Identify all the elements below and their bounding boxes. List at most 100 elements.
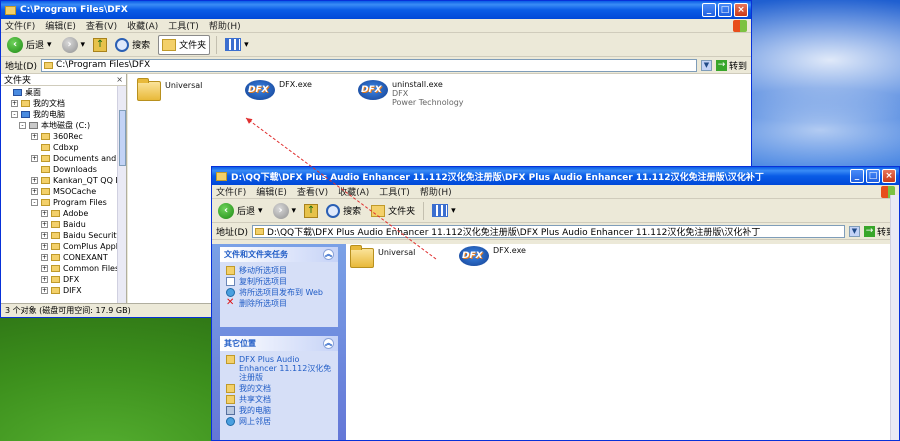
back-button[interactable]: ‹ 后退 ▾ (216, 201, 265, 221)
tree-item[interactable]: + DIFX (3, 285, 126, 296)
tree-item[interactable]: + CONEXANT (3, 252, 126, 263)
expand-toggle[interactable]: + (31, 188, 38, 195)
minimize-button[interactable]: _ (850, 169, 864, 183)
title-bar[interactable]: C:\Program Files\DFX _ □ × (1, 1, 751, 19)
expand-toggle[interactable]: + (41, 287, 48, 294)
minimize-button[interactable]: _ (702, 3, 716, 17)
address-bar: 地址(D) C:\Program Files\DFX ▼ → 转到 (1, 57, 751, 74)
task-group-header[interactable]: 其它位置 ︽ (220, 336, 338, 351)
tree-scrollbar[interactable] (117, 86, 126, 305)
tree-item[interactable]: + Baidu (3, 219, 126, 230)
address-input[interactable]: D:\QQ下载\DFX Plus Audio Enhancer 11.112汉化… (251, 224, 845, 238)
menu-favorites[interactable]: 收藏(A) (338, 185, 369, 198)
expand-toggle[interactable]: + (41, 276, 48, 283)
collapse-toggle[interactable]: - (19, 122, 26, 129)
search-button[interactable]: 搜索 (113, 35, 152, 55)
place-my-computer[interactable]: 我的电脑 (220, 405, 338, 416)
menu-file[interactable]: 文件(F) (5, 19, 35, 32)
window-scrollbar[interactable] (890, 195, 899, 440)
search-button[interactable]: 搜索 (324, 201, 363, 221)
task-delete[interactable]: ✕ 删除所选项目 (220, 298, 338, 309)
collapse-toggle[interactable]: - (11, 111, 18, 118)
file-item-dfx-exe[interactable]: DFX.exe (459, 246, 526, 266)
title-bar[interactable]: D:\QQ下载\DFX Plus Audio Enhancer 11.112汉化… (212, 167, 899, 185)
menu-help[interactable]: 帮助(H) (209, 19, 241, 32)
task-group-header[interactable]: 文件和文件夹任务 ︽ (220, 247, 338, 262)
file-item-uninstall[interactable]: uninstall.exe DFX Power Technology (358, 80, 464, 107)
tree-item[interactable]: + DFX (3, 274, 126, 285)
menu-tools[interactable]: 工具(T) (379, 185, 410, 198)
up-folder-button[interactable]: ↑ (93, 37, 108, 52)
expand-toggle[interactable]: + (31, 155, 38, 162)
tree-item[interactable]: - Program Files (3, 197, 126, 208)
views-button[interactable]: ▾ (223, 35, 251, 55)
address-input[interactable]: C:\Program Files\DFX (40, 58, 697, 72)
tree-item[interactable]: + Documents and Set (3, 153, 126, 164)
tree-item[interactable]: +360Rec (3, 131, 126, 142)
tree-item[interactable]: - 本地磁盘 (C:) (3, 120, 126, 131)
expand-toggle[interactable]: + (41, 243, 48, 250)
tree-item[interactable]: + Baidu Security (3, 230, 126, 241)
tree-item[interactable]: + MSOCache (3, 186, 126, 197)
expand-toggle[interactable]: + (41, 265, 48, 272)
task-copy[interactable]: 复制所选项目 (220, 276, 338, 287)
expand-toggle[interactable]: + (41, 254, 48, 261)
tree-item[interactable]: +ComPlus Applications (3, 241, 126, 252)
place-parent-folder[interactable]: DFX Plus Audio Enhancer 11.112汉化免注册版 (220, 351, 338, 383)
tree-item-label: CONEXANT (63, 253, 108, 262)
file-item-dfx-exe[interactable]: DFX.exe (245, 80, 312, 100)
file-item-universal[interactable]: Universal (137, 78, 202, 101)
chevron-up-icon[interactable]: ︽ (323, 249, 334, 260)
forward-button[interactable]: › ▾ (60, 35, 88, 55)
views-button[interactable]: ▾ (430, 201, 458, 221)
tree-item[interactable]: + 我的文档 (3, 98, 126, 109)
tree-item-label: Common Files (63, 264, 120, 273)
close-pane-button[interactable]: × (116, 75, 123, 84)
tree-item[interactable]: + Kankan_QT QQ Down (3, 175, 126, 186)
expand-toggle[interactable]: + (31, 177, 38, 184)
expand-toggle[interactable]: + (31, 133, 38, 140)
tree-item[interactable]: 桌面 (3, 87, 126, 98)
maximize-button[interactable]: □ (866, 169, 880, 183)
tree-item[interactable]: + Common Files (3, 263, 126, 274)
expand-toggle[interactable]: + (11, 100, 18, 107)
tree-item[interactable]: - 我的电脑 (3, 109, 126, 120)
go-button[interactable]: → 转到 (715, 59, 751, 72)
folder-icon (254, 227, 264, 235)
address-dropdown[interactable]: ▼ (848, 225, 860, 237)
tree-item-label: DFX (63, 275, 80, 284)
back-button[interactable]: ‹ 后退 ▾ (5, 35, 54, 55)
file-item-universal[interactable]: Universal (350, 245, 415, 268)
maximize-button[interactable]: □ (718, 3, 732, 17)
menu-help[interactable]: 帮助(H) (420, 185, 452, 198)
expand-toggle[interactable]: + (41, 221, 48, 228)
chevron-up-icon[interactable]: ︽ (323, 338, 334, 349)
menu-favorites[interactable]: 收藏(A) (127, 19, 158, 32)
forward-button[interactable]: › ▾ (271, 201, 299, 221)
menu-tools[interactable]: 工具(T) (168, 19, 199, 32)
folders-button[interactable]: 文件夹 (158, 34, 211, 55)
tree-item[interactable]: Cdbxp (3, 142, 126, 153)
expand-toggle[interactable]: + (41, 210, 48, 217)
close-button[interactable]: × (734, 3, 748, 17)
menu-edit[interactable]: 编辑(E) (45, 19, 76, 32)
address-label: 地址(D) (216, 227, 248, 238)
menu-view[interactable]: 查看(V) (297, 185, 328, 198)
close-button[interactable]: × (882, 169, 896, 183)
folders-button[interactable]: 文件夹 (369, 201, 417, 221)
tree-item[interactable]: Downloads (3, 164, 126, 175)
menu-edit[interactable]: 编辑(E) (256, 185, 287, 198)
task-move[interactable]: 移动所选项目 (220, 262, 338, 276)
up-folder-button[interactable]: ↑ (304, 203, 319, 218)
collapse-toggle[interactable]: - (31, 199, 38, 206)
menu-view[interactable]: 查看(V) (86, 19, 117, 32)
scroll-thumb[interactable] (119, 110, 126, 166)
tree-item[interactable]: + Adobe (3, 208, 126, 219)
place-shared-documents[interactable]: 共享文档 (220, 394, 338, 405)
task-publish[interactable]: 将所选项目发布到 Web (220, 287, 338, 298)
place-my-documents[interactable]: 我的文档 (220, 383, 338, 394)
address-dropdown[interactable]: ▼ (700, 59, 712, 71)
expand-toggle[interactable]: + (41, 232, 48, 239)
place-network[interactable]: 网上邻居 (220, 416, 338, 427)
menu-file[interactable]: 文件(F) (216, 185, 246, 198)
